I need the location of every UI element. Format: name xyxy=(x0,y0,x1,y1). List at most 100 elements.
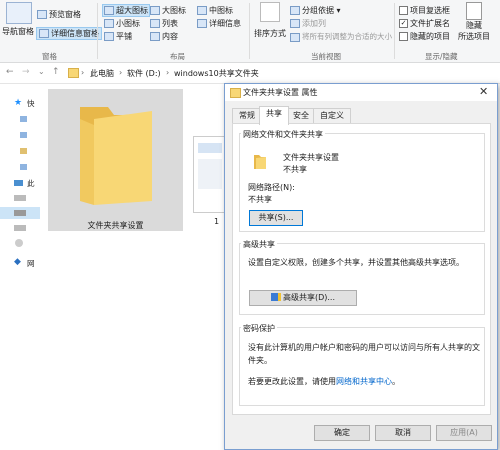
network-sharing-center-link[interactable]: 网络和共享中心 xyxy=(336,377,392,386)
breadcrumb-chevron-icon: › xyxy=(81,68,85,77)
group-current-view-label: 当前视图 xyxy=(311,52,341,61)
fit-columns-button[interactable]: 将所有列调整为合适的大小 xyxy=(290,31,392,42)
details-icon xyxy=(197,19,207,28)
fit-columns-icon xyxy=(290,32,300,42)
large-icons-icon xyxy=(150,6,160,15)
properties-dialog: 文件夹共享设置 属性 ✕ 常规 共享 安全 自定义 网络文件和文件夹共享 文件夹… xyxy=(224,83,498,450)
layout-small-icons[interactable]: 小图标 xyxy=(104,18,140,29)
quick-access-star-icon: ★ xyxy=(14,98,23,108)
preview-pane-button[interactable]: 预览窗格 xyxy=(37,9,81,20)
layout-content[interactable]: 内容 xyxy=(150,31,178,42)
address-bar: ← → ⌄ ↑ › 此电脑 › 软件 (D:) › windows10共享文件夹 xyxy=(0,63,500,84)
layout-medium-icons[interactable]: 中图标 xyxy=(197,5,233,16)
ok-button[interactable]: 确定 xyxy=(314,425,370,441)
folder-icon xyxy=(68,68,79,78)
item-checkboxes-toggle[interactable]: 项目复选框 xyxy=(399,5,450,16)
document-thumbnail[interactable] xyxy=(193,136,227,213)
section-title: 网络文件和文件夹共享 xyxy=(241,129,325,140)
folder-name-label: 文件夹共享设置 xyxy=(87,221,144,230)
dvd-drive-icon xyxy=(15,239,23,247)
up-arrow-icon[interactable]: ↑ xyxy=(52,67,60,77)
group-by-icon xyxy=(290,6,300,15)
layout-list[interactable]: 列表 xyxy=(150,18,178,29)
hidden-items-toggle[interactable]: 隐藏的项目 xyxy=(399,31,450,42)
tiles-icon xyxy=(104,32,114,41)
password-description: 没有此计算机的用户帐户和密码的用户可以访问与所有人共享的文件夹。 xyxy=(248,343,480,365)
tab-customize[interactable]: 自定义 xyxy=(313,108,351,124)
large-folder-icon xyxy=(80,107,152,205)
nav-icon xyxy=(20,132,27,138)
nav-pane-icon xyxy=(6,2,32,24)
breadcrumb-item[interactable]: windows10共享文件夹 xyxy=(174,68,259,79)
nav-item-network[interactable]: 网 xyxy=(27,258,35,269)
nav-pane-button[interactable]: 导航窗格 xyxy=(2,2,34,37)
content-icon xyxy=(150,32,160,41)
xlarge-icons-icon xyxy=(104,6,114,15)
breadcrumb-item[interactable]: 软件 (D:) xyxy=(127,68,161,79)
checkbox-checked-icon: ✓ xyxy=(399,19,408,28)
forward-arrow-icon[interactable]: → xyxy=(22,67,30,77)
share-status: 不共享 xyxy=(283,165,307,174)
close-icon[interactable]: ✕ xyxy=(479,85,488,98)
navigation-pane: ★ 快 此 ◆ 网 xyxy=(0,84,40,450)
hide-icon xyxy=(466,2,482,20)
medium-icons-icon xyxy=(197,6,207,15)
network-icon: ◆ xyxy=(14,257,21,267)
back-arrow-icon[interactable]: ← xyxy=(6,67,14,77)
file-extensions-toggle[interactable]: ✓ 文件扩展名 xyxy=(399,18,450,29)
nav-icon xyxy=(20,148,27,154)
sort-by-button[interactable]: 排序方式 xyxy=(254,2,286,39)
dialog-title-bar[interactable]: 文件夹共享设置 属性 ✕ xyxy=(225,84,497,101)
cancel-button[interactable]: 取消 xyxy=(375,425,431,441)
list-icon xyxy=(150,19,160,28)
hide-selected-button[interactable]: 隐藏 所选项目 xyxy=(452,2,496,42)
drive-icon xyxy=(14,195,26,201)
nav-item-quick-access[interactable]: 快 xyxy=(27,98,35,109)
folder-item-selected[interactable]: 文件夹共享设置 xyxy=(48,89,183,231)
sort-icon xyxy=(260,2,280,22)
tab-general[interactable]: 常规 xyxy=(232,108,262,124)
recent-chevron-icon[interactable]: ⌄ xyxy=(38,67,45,76)
section-title: 高级共享 xyxy=(241,239,277,250)
layout-details[interactable]: 详细信息 xyxy=(197,18,241,29)
details-pane-button[interactable]: 详细信息窗格 xyxy=(36,27,102,40)
layout-tiles[interactable]: 平铺 xyxy=(104,31,132,42)
share-button[interactable]: 共享(S)... xyxy=(249,210,303,226)
group-layout-label: 布局 xyxy=(170,52,185,61)
section-title: 密码保护 xyxy=(241,323,277,334)
folder-icon xyxy=(230,88,241,98)
advanced-sharing-button[interactable]: 高级共享(D)... xyxy=(249,290,357,306)
thumbnail-bar xyxy=(198,143,222,153)
checkbox-icon xyxy=(399,32,408,41)
advanced-sharing-description: 设置自定义权限，创建多个共享，并设置其他高级共享选项。 xyxy=(248,258,464,267)
small-icons-icon xyxy=(104,19,114,28)
thumbnail-body xyxy=(198,159,222,189)
apply-button[interactable]: 应用(A) xyxy=(436,425,492,441)
dialog-title: 文件夹共享设置 属性 xyxy=(243,88,318,97)
ribbon: 导航窗格 预览窗格 详细信息窗格 窗格 超大图标 大图标 中图标 小图标 列表 … xyxy=(0,0,500,63)
tab-security[interactable]: 安全 xyxy=(286,108,316,124)
group-by-button[interactable]: 分组依据 ▾ xyxy=(290,5,341,16)
group-show-hide-label: 显示/隐藏 xyxy=(425,52,458,61)
nav-icon xyxy=(20,116,27,122)
tab-sharing[interactable]: 共享 xyxy=(259,106,289,125)
breadcrumb-item[interactable]: 此电脑 xyxy=(90,68,114,79)
details-pane-icon xyxy=(39,29,49,38)
add-column-icon xyxy=(290,19,300,28)
folder-name: 文件夹共享设置 xyxy=(283,153,339,162)
layout-large-icons[interactable]: 大图标 xyxy=(150,5,186,16)
password-change-text: 若要更改此设置，请使用网络和共享中心。 xyxy=(248,377,400,386)
network-path-value: 不共享 xyxy=(248,195,272,204)
group-panes-label: 窗格 xyxy=(42,52,57,61)
this-pc-icon xyxy=(14,180,23,186)
nav-icon xyxy=(20,164,27,170)
checkbox-icon xyxy=(399,6,408,15)
add-column-button[interactable]: 添加列 xyxy=(290,18,326,29)
breadcrumb-chevron-icon: › xyxy=(166,68,170,77)
preview-pane-icon xyxy=(37,10,47,19)
layout-xlarge-icons[interactable]: 超大图标 xyxy=(102,4,150,17)
shared-folder-icon xyxy=(254,155,266,169)
nav-item-this-pc[interactable]: 此 xyxy=(27,178,35,189)
breadcrumb-chevron-icon: › xyxy=(119,68,123,77)
file-name-label: 1 xyxy=(214,217,220,226)
